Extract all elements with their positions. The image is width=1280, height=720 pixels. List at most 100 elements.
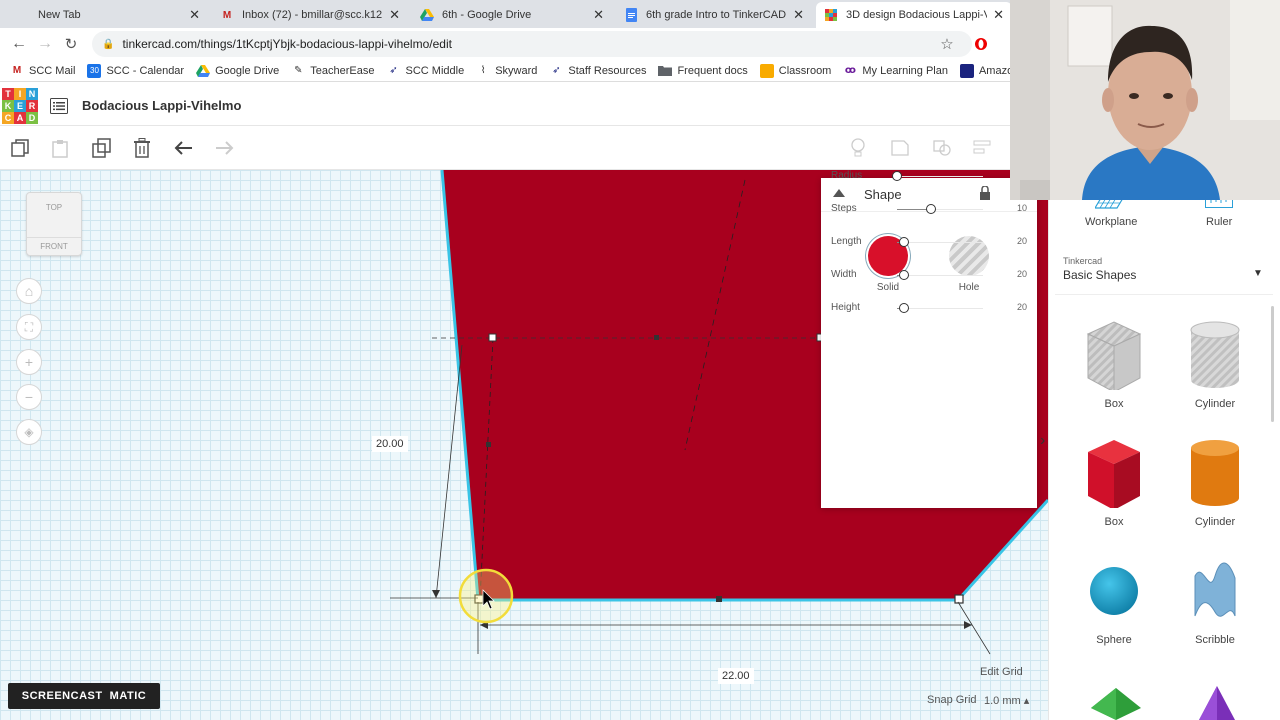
width-dimension-label[interactable]: 22.00 xyxy=(718,668,754,684)
property-height[interactable]: Height 20 xyxy=(831,300,1027,316)
property-length[interactable]: Length 20 xyxy=(831,234,1027,250)
roof-shape-icon[interactable] xyxy=(1089,686,1143,720)
back-arrow-icon[interactable]: ← xyxy=(8,33,30,55)
property-label: Height xyxy=(831,302,860,313)
property-width[interactable]: Width 20 xyxy=(831,267,1027,283)
tinkercad-logo[interactable]: T I N K E R C A D xyxy=(2,88,38,124)
logo-letter: E xyxy=(14,100,26,112)
slider-knob[interactable] xyxy=(898,237,909,247)
reload-icon[interactable]: ↻ xyxy=(60,33,82,55)
cone-shape-icon[interactable] xyxy=(1197,686,1237,720)
slider-track[interactable] xyxy=(897,308,983,309)
library-divider xyxy=(1055,294,1273,295)
shape-tile-label: Cylinder xyxy=(1194,516,1236,528)
skyward-icon: ⌇ xyxy=(480,65,486,76)
bookmark-staff-resources[interactable]: ➶ Staff Resources xyxy=(549,64,646,78)
property-steps[interactable]: Steps 10 xyxy=(831,201,1027,217)
slider-track[interactable] xyxy=(897,242,983,243)
collapse-triangle-icon[interactable] xyxy=(833,189,845,197)
redo-icon[interactable] xyxy=(212,136,236,160)
shape-tile-sphere[interactable]: Sphere xyxy=(1069,556,1159,666)
ruler-label[interactable]: Ruler xyxy=(1206,216,1232,228)
paste-icon[interactable] xyxy=(48,136,72,160)
snap-grid-value[interactable]: 1.0 mm ▴ xyxy=(984,694,1029,707)
perspective-icon[interactable]: ◈ xyxy=(16,419,42,445)
bookmark-scc-middle[interactable]: ➶ SCC Middle xyxy=(387,64,464,78)
calendar-icon: 30 xyxy=(87,63,102,78)
bookmark-classroom[interactable]: Classroom xyxy=(759,63,831,78)
bookmark-scc-mail[interactable]: M SCC Mail xyxy=(10,64,76,78)
view-cube[interactable]: TOP FRONT xyxy=(26,192,82,256)
delete-trash-icon[interactable] xyxy=(130,136,154,160)
bookmark-teacherease[interactable]: ✎ TeacherEase xyxy=(291,64,374,78)
property-value[interactable]: 10 xyxy=(1017,203,1027,213)
property-label: Width xyxy=(831,269,857,280)
bookmark-label: SCC Mail xyxy=(29,64,76,77)
shape-tile-label: Sphere xyxy=(1096,634,1132,646)
logo-letter: I xyxy=(14,88,26,100)
fit-view-icon[interactable]: ⛶ xyxy=(16,314,42,340)
bookmark-skyward[interactable]: ⌇ Skyward xyxy=(476,64,538,78)
align-icon[interactable] xyxy=(970,136,994,160)
webcam-overlay xyxy=(1010,0,1280,200)
shape-tile-box[interactable]: Box xyxy=(1069,438,1159,548)
bookmark-my-learning-plan[interactable]: ꝏ My Learning Plan xyxy=(843,64,948,78)
property-value[interactable]: 20 xyxy=(1017,236,1027,246)
close-tab-icon[interactable]: ✕ xyxy=(389,7,400,23)
chevron-right-icon[interactable]: › xyxy=(1040,432,1045,450)
shape-tile-cylinder-hole[interactable]: Cylinder xyxy=(1170,320,1260,430)
logo-letter: R xyxy=(26,100,38,112)
zoom-in-icon[interactable]: + xyxy=(16,349,42,375)
dropdown-caret-icon[interactable]: ▼ xyxy=(1253,268,1263,279)
edit-grid-link[interactable]: Edit Grid xyxy=(980,666,1023,678)
eagle-icon: ➶ xyxy=(552,65,561,76)
slider-knob[interactable] xyxy=(926,204,937,214)
close-tab-icon[interactable]: ✕ xyxy=(993,7,1004,23)
view-cube-front: FRONT xyxy=(27,237,81,251)
url-input[interactable]: 🔒 tinkercad.com/things/1tKcptjYbjk-bodac… xyxy=(92,31,972,57)
home-view-icon[interactable]: ⌂ xyxy=(16,278,42,304)
tab-tinkercad[interactable]: 3D design Bodacious Lappi-Vihelmo ✕ xyxy=(816,2,1012,28)
workplane-label[interactable]: Workplane xyxy=(1085,216,1137,228)
bookmark-frequent-docs[interactable]: Frequent docs xyxy=(658,64,748,78)
bookmark-scc-calendar[interactable]: 30 SCC - Calendar xyxy=(87,63,184,78)
tab-google-drive[interactable]: 6th - Google Drive ✕ xyxy=(412,2,612,28)
bookmark-google-drive[interactable]: Google Drive xyxy=(196,64,279,78)
design-list-icon[interactable] xyxy=(50,98,68,114)
bookmark-star-icon[interactable]: ☆ xyxy=(936,33,958,55)
shape-tile-cylinder[interactable]: Cylinder xyxy=(1170,438,1260,548)
property-value[interactable]: 20 xyxy=(1017,302,1027,312)
slider-knob[interactable] xyxy=(898,303,909,313)
close-tab-icon[interactable]: ✕ xyxy=(593,7,604,23)
opera-extension-icon[interactable] xyxy=(970,33,992,55)
property-radius[interactable]: Radius0 xyxy=(831,168,1027,184)
tab-new-tab[interactable]: New Tab ✕ xyxy=(8,2,208,28)
forward-arrow-icon[interactable]: → xyxy=(34,33,56,55)
height-dimension-label[interactable]: 20.00 xyxy=(372,436,408,452)
slider-track[interactable] xyxy=(897,176,983,177)
slider-track[interactable] xyxy=(897,275,983,276)
lightbulb-icon[interactable] xyxy=(846,136,870,160)
slider-knob[interactable] xyxy=(892,171,902,181)
close-tab-icon[interactable]: ✕ xyxy=(189,7,200,23)
property-value[interactable]: 20 xyxy=(1017,269,1027,279)
box-hole-icon xyxy=(1086,321,1142,390)
library-select[interactable]: Basic Shapes xyxy=(1063,268,1136,282)
scrollbar-thumb[interactable] xyxy=(1271,306,1274,422)
tab-google-docs[interactable]: 6th grade Intro to TinkerCAD - Google Do… xyxy=(616,2,812,28)
new-copy-icon[interactable] xyxy=(8,136,32,160)
design-title[interactable]: Bodacious Lappi-Vihelmo xyxy=(82,98,241,113)
duplicate-icon[interactable] xyxy=(90,136,114,160)
shape-tile-box-hole[interactable]: Box xyxy=(1069,320,1159,430)
gmail-icon: M xyxy=(222,9,232,21)
zoom-out-icon[interactable]: − xyxy=(16,384,42,410)
group-icon[interactable] xyxy=(888,136,912,160)
slider-knob[interactable] xyxy=(898,270,909,280)
ungroup-icon[interactable] xyxy=(930,136,954,160)
logo-letter: K xyxy=(2,100,14,112)
bookmark-label: TeacherEase xyxy=(310,64,375,77)
shape-tile-scribble[interactable]: Scribble xyxy=(1170,556,1260,666)
tab-inbox[interactable]: M Inbox (72) - bmillar@scc.k12.wi.us ✕ xyxy=(212,2,408,28)
undo-icon[interactable] xyxy=(172,136,196,160)
close-tab-icon[interactable]: ✕ xyxy=(793,7,804,23)
